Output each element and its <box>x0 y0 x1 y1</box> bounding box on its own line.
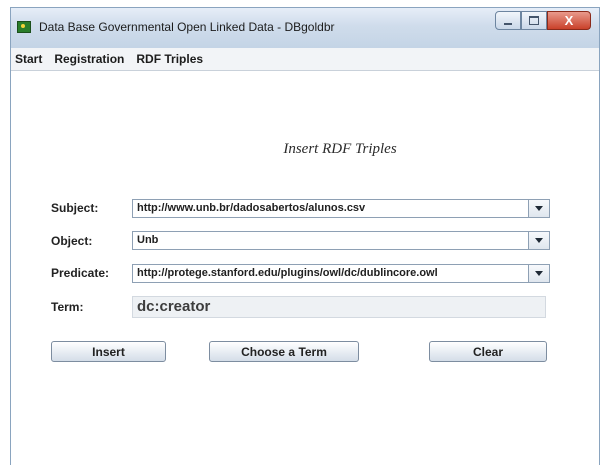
menu-rdf-triples[interactable]: RDF Triples <box>130 52 209 66</box>
chevron-down-icon <box>535 271 543 276</box>
chevron-down-icon <box>535 238 543 243</box>
object-combobox[interactable]: Unb <box>132 231 550 250</box>
subject-combobox[interactable]: http://www.unb.br/dadosabertos/alunos.cs… <box>132 199 550 218</box>
maximize-icon <box>529 16 539 25</box>
title-bar[interactable]: Data Base Governmental Open Linked Data … <box>11 8 599 49</box>
choose-term-button[interactable]: Choose a Term <box>209 341 359 362</box>
term-value: dc:creator <box>137 298 211 315</box>
subject-label: Subject: <box>51 201 99 215</box>
predicate-combobox[interactable]: http://protege.stanford.edu/plugins/owl/… <box>132 264 550 283</box>
window-title: Data Base Governmental Open Linked Data … <box>39 20 335 34</box>
subject-dropdown-button[interactable] <box>528 200 549 217</box>
term-label: Term: <box>51 300 84 314</box>
predicate-label: Predicate: <box>51 266 110 280</box>
window-controls: X <box>495 11 591 31</box>
predicate-dropdown-button[interactable] <box>528 265 549 282</box>
subject-value: http://www.unb.br/dadosabertos/alunos.cs… <box>137 202 366 214</box>
form-title: Insert RDF Triples <box>283 141 397 157</box>
term-field: dc:creator <box>132 296 546 318</box>
maximize-button[interactable] <box>521 11 547 30</box>
close-icon: X <box>564 13 574 28</box>
chevron-down-icon <box>535 206 543 211</box>
menu-start[interactable]: Start <box>11 52 48 66</box>
insert-button[interactable]: Insert <box>51 341 166 362</box>
object-label: Object: <box>51 234 93 248</box>
clear-button[interactable]: Clear <box>429 341 547 362</box>
app-flag-icon <box>17 21 31 33</box>
predicate-value: http://protege.stanford.edu/plugins/owl/… <box>137 267 438 279</box>
form-panel: Insert RDF Triples Subject: http://www.u… <box>11 71 599 465</box>
object-dropdown-button[interactable] <box>528 232 549 249</box>
menu-bar: Start Registration RDF Triples <box>11 48 599 71</box>
object-value: Unb <box>137 234 159 246</box>
menu-registration[interactable]: Registration <box>48 52 130 66</box>
minimize-icon <box>504 22 512 25</box>
application-window: Data Base Governmental Open Linked Data … <box>10 7 600 465</box>
minimize-button[interactable] <box>495 11 521 30</box>
close-button[interactable]: X <box>547 11 591 30</box>
